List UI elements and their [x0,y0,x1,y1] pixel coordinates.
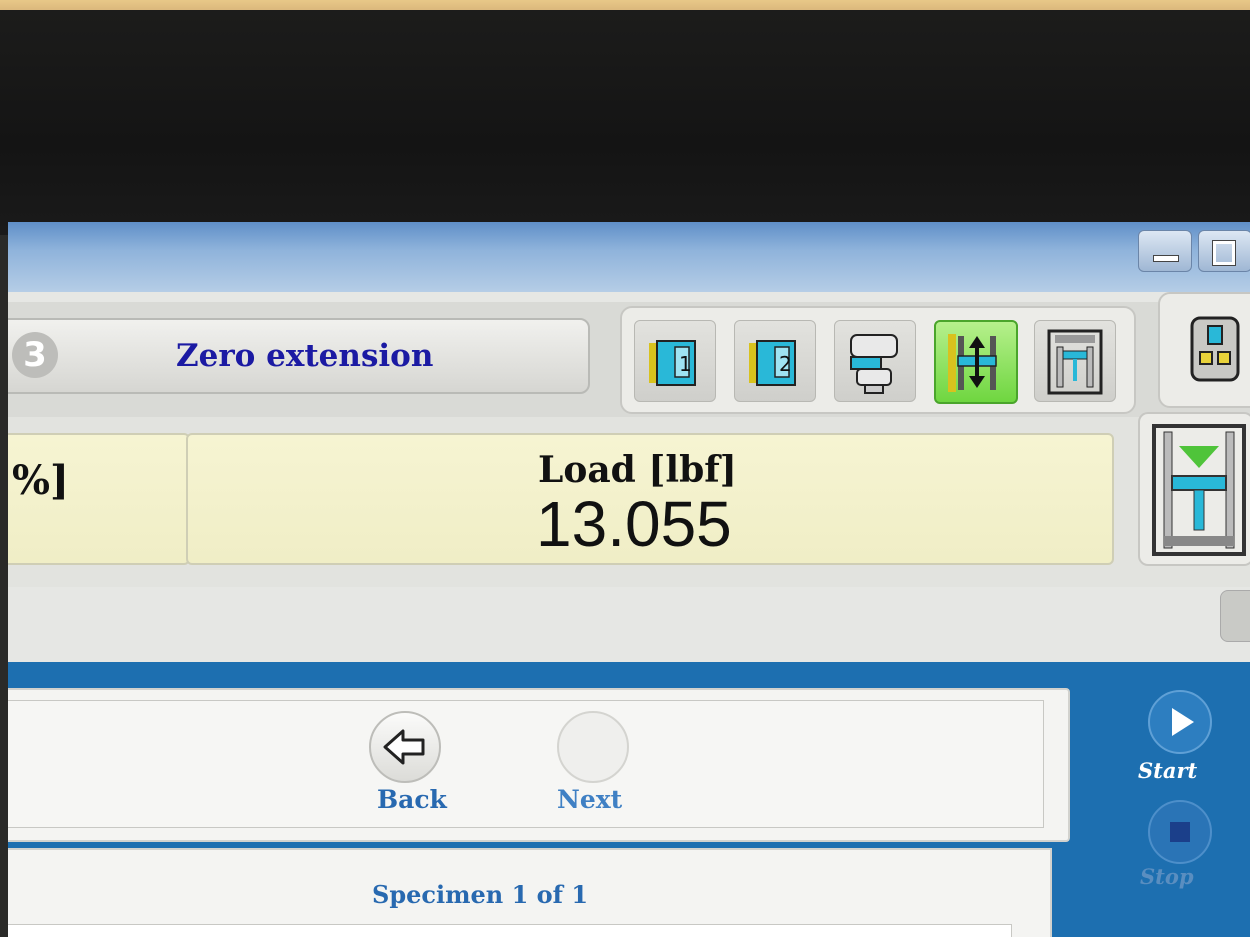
navigation-inner: Back Next [8,700,1044,828]
transducer-2-button[interactable]: 2 [734,320,816,402]
load-value: 13.055 [536,488,732,560]
frame-icon [1047,329,1103,395]
readout-load: Load [lbf] 13.055 [186,433,1114,565]
transducer-1-icon: 1 [649,340,696,386]
start-button[interactable] [1148,690,1212,754]
crosshead-move-icon [948,334,997,392]
screen: 3 Zero extension 1 2 %] Load [lbf] 13.05… [8,222,1250,937]
navigation-panel: Back Next [8,688,1070,842]
grip-button[interactable] [834,320,916,402]
control-panel-icon [1190,316,1240,382]
back-button[interactable] [369,711,441,783]
crosshead-move-button[interactable] [934,320,1018,404]
monitor-bezel [0,10,1250,235]
readout-strain: %] [8,433,190,565]
grip-icon [850,334,898,394]
next-button[interactable] [557,711,629,783]
stop-icon [1170,822,1190,842]
transducer-2-icon: 2 [749,340,796,386]
frame-button[interactable] [1034,320,1116,402]
step-label: Zero extension [176,338,434,374]
instrument-toolbar: 1 2 [620,306,1136,414]
start-label[interactable]: Start [1138,758,1197,783]
svg-text:1: 1 [679,352,692,376]
maximize-button[interactable] [1198,230,1250,272]
window-title-bar [8,222,1250,292]
test-control-sidebar: Start Stop [1080,662,1250,937]
specimen-panel: Specimen 1 of 1 [8,848,1052,937]
play-icon [1172,708,1194,736]
svg-text:2: 2 [779,352,792,376]
maximize-icon [1212,240,1236,266]
transducer-1-button[interactable]: 1 [634,320,716,402]
control-panel-button[interactable] [1158,292,1250,408]
side-tab-button[interactable] [1220,590,1250,642]
back-label[interactable]: Back [377,785,447,814]
next-label[interactable]: Next [557,785,622,814]
readout-row: %] Load [lbf] 13.055 [8,417,1250,587]
back-arrow-icon [383,729,425,765]
step-number-badge: 3 [12,332,58,378]
frame-status-button[interactable] [1138,412,1250,566]
minimize-icon [1153,255,1179,262]
frame-status-icon [1152,424,1246,556]
strain-unit-label: %] [12,457,69,504]
specimen-field[interactable] [8,924,1012,937]
stop-label[interactable]: Stop [1140,864,1194,889]
load-label: Load [lbf] [538,449,737,491]
minimize-button[interactable] [1138,230,1192,272]
specimen-label: Specimen 1 of 1 [372,880,589,909]
current-step: 3 Zero extension [8,318,590,394]
stop-button[interactable] [1148,800,1212,864]
